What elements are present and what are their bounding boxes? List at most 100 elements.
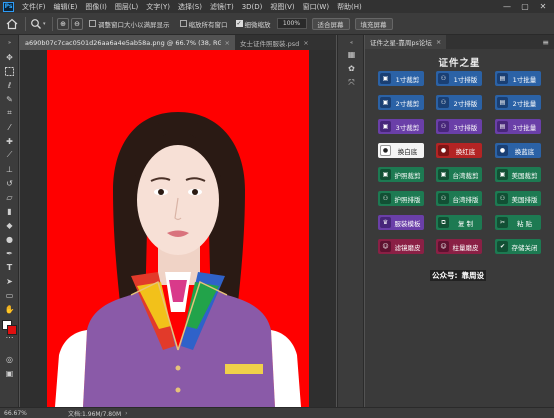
- adjustments-icon[interactable]: ✿: [345, 63, 358, 74]
- blue-background-button[interactable]: ● 换蓝底: [495, 143, 541, 158]
- menu-3d[interactable]: 3D(D): [238, 3, 267, 11]
- color-swatches[interactable]: [2, 320, 18, 336]
- red-background-button[interactable]: ● 换红底: [436, 143, 482, 158]
- history-brush-tool-icon[interactable]: ↺: [3, 177, 16, 189]
- menu-filter[interactable]: 滤镜(T): [206, 2, 238, 12]
- fit-screen-button[interactable]: 适合屏幕: [311, 17, 350, 30]
- zoom-level[interactable]: 66.67%: [4, 410, 40, 417]
- crop-2inch-button[interactable]: ▣ 2寸裁剪: [378, 95, 424, 110]
- scrubby-zoom-checkbox[interactable]: ✓ 细微缩放: [235, 19, 271, 29]
- eraser-tool-icon[interactable]: ▱: [3, 191, 16, 203]
- id-photo-plugin-panel: 证件之星-靠周ps论坛 × ≡ 证件之星 ▣ 1寸裁剪 ⚇ 1寸排版 ▤ 1寸批量 ▣…: [365, 35, 554, 407]
- minimize-icon[interactable]: —: [500, 0, 514, 13]
- type-tool-icon[interactable]: T: [3, 261, 16, 273]
- crop-tool-icon[interactable]: ⌗: [3, 107, 16, 119]
- menu-view[interactable]: 视图(V): [266, 2, 298, 12]
- layout-icon: ⚇: [497, 193, 508, 204]
- screen-mode-icon[interactable]: ▣: [3, 367, 16, 379]
- status-arrow-icon[interactable]: ›: [125, 410, 127, 417]
- taiwan-crop-button[interactable]: ▣ 台湾裁剪: [436, 167, 482, 182]
- checkbox-checked[interactable]: ✓: [235, 20, 243, 27]
- batch-2inch-button[interactable]: ▤ 2寸批量: [495, 95, 541, 110]
- lasso-tool-icon[interactable]: ℓ: [3, 79, 16, 91]
- document-tabs: a690b07c7cac0501d26aa6a4e5ab58a.png @ 66…: [20, 35, 336, 50]
- menu-type[interactable]: 文字(Y): [142, 2, 174, 12]
- maximize-icon[interactable]: ▢: [518, 0, 532, 13]
- pen-tool-icon[interactable]: ✒: [3, 247, 16, 259]
- copy-button[interactable]: ⧉ 复 制: [436, 215, 482, 230]
- marquee-tool-icon[interactable]: [3, 65, 16, 77]
- gradient-tool-icon[interactable]: ▮: [3, 205, 16, 217]
- passport-layout-button[interactable]: ⚇ 护照排版: [378, 191, 424, 206]
- zoom-tool-icon[interactable]: ▾: [30, 18, 48, 30]
- menu-bar: Ps 文件(F) 编辑(E) 图像(I) 图层(L) 文字(Y) 选择(S) 滤…: [0, 0, 554, 13]
- wechat-account-label: 公众号: 靠周设: [430, 269, 486, 282]
- eyedropper-tool-icon[interactable]: ⁄: [3, 121, 16, 133]
- menu-help[interactable]: 帮助(H): [333, 2, 366, 12]
- retouch-icon: ☺: [438, 241, 449, 252]
- blur-tool-icon[interactable]: ◆: [3, 219, 16, 231]
- collapse-icon[interactable]: «: [345, 37, 358, 48]
- crop-icon: ▣: [380, 169, 391, 180]
- panel-tab[interactable]: 证件之星-靠周ps论坛 ×: [365, 35, 447, 49]
- save-close-button[interactable]: ✔ 存储关闭: [495, 239, 541, 254]
- move-tool-icon[interactable]: ✥: [3, 51, 16, 63]
- zoom-all-checkbox[interactable]: 缩放所有窗口: [179, 19, 228, 29]
- path-select-tool-icon[interactable]: ➤: [3, 275, 16, 287]
- layout-1inch-button[interactable]: ⚇ 1寸排版: [436, 71, 482, 86]
- clothes-template-button[interactable]: ♛ 服装模板: [378, 215, 424, 230]
- layout-2inch-button[interactable]: ⚇ 2寸排版: [436, 95, 482, 110]
- quick-select-tool-icon[interactable]: ✎: [3, 93, 16, 105]
- filter-smooth-button[interactable]: ☺ 滤镜磨皮: [378, 239, 424, 254]
- batch-1inch-button[interactable]: ▤ 1寸批量: [495, 71, 541, 86]
- white-background-button[interactable]: ● 换白底: [378, 143, 424, 158]
- separator: [25, 16, 26, 31]
- healing-tool-icon[interactable]: ✚: [3, 135, 16, 147]
- menu-layer[interactable]: 图层(L): [111, 2, 142, 12]
- menu-edit[interactable]: 编辑(E): [50, 2, 82, 12]
- close-icon[interactable]: ✕: [536, 0, 550, 13]
- menu-file[interactable]: 文件(F): [18, 2, 50, 12]
- transform-icon[interactable]: ⤧: [345, 77, 358, 88]
- zoom-out-icon[interactable]: ⊖: [71, 17, 83, 30]
- panel-menu-icon[interactable]: ≡: [542, 38, 549, 47]
- home-icon[interactable]: [3, 15, 21, 33]
- retouch-smooth-button[interactable]: ☺ 柱量磨皮: [436, 239, 482, 254]
- close-tab-icon[interactable]: ×: [225, 39, 230, 47]
- layout-3inch-button[interactable]: ⚇ 3寸排版: [436, 119, 482, 134]
- crop-3inch-button[interactable]: ▣ 3寸裁剪: [378, 119, 424, 134]
- tab-document[interactable]: 女士证件照服装.psd ×: [235, 35, 336, 50]
- zoom-percent-field[interactable]: 100%: [276, 18, 307, 29]
- batch-3inch-button[interactable]: ▤ 3寸批量: [495, 119, 541, 134]
- collapse-icon[interactable]: »: [3, 37, 16, 49]
- us-crop-button[interactable]: ▣ 美国裁剪: [495, 167, 541, 182]
- tab-active-document[interactable]: a690b07c7cac0501d26aa6a4e5ab58a.png @ 66…: [20, 35, 235, 50]
- crop-1inch-button[interactable]: ▣ 1寸裁剪: [378, 71, 424, 86]
- stamp-tool-icon[interactable]: ⊥: [3, 163, 16, 175]
- name-badge: [225, 364, 263, 374]
- background-color-swatch[interactable]: [7, 325, 17, 335]
- rectangle-tool-icon[interactable]: ▭: [3, 289, 16, 301]
- plugin-panel-icon[interactable]: ▦: [345, 49, 358, 60]
- fill-screen-button[interactable]: 填充屏幕: [354, 17, 393, 30]
- paste-button[interactable]: ✂ 粘 贴: [495, 215, 541, 230]
- id-photo[interactable]: [47, 50, 309, 407]
- menu-image[interactable]: 图像(I): [81, 2, 111, 12]
- close-tab-icon[interactable]: ×: [303, 39, 308, 47]
- checkbox-box[interactable]: [89, 20, 96, 27]
- us-layout-button[interactable]: ⚇ 美国排版: [495, 191, 541, 206]
- quick-mask-icon[interactable]: ◎: [3, 353, 16, 365]
- dodge-tool-icon[interactable]: ●: [3, 233, 16, 245]
- menu-select[interactable]: 选择(S): [174, 2, 206, 12]
- menu-window[interactable]: 窗口(W): [299, 2, 333, 12]
- taiwan-layout-button[interactable]: ⚇ 台湾排版: [436, 191, 482, 206]
- brush-tool-icon[interactable]: ⟋: [3, 149, 16, 161]
- close-tab-icon[interactable]: ×: [436, 38, 441, 46]
- passport-crop-button[interactable]: ▣ 护照裁剪: [378, 167, 424, 182]
- zoom-in-icon[interactable]: ⊕: [57, 17, 69, 30]
- checkbox-box[interactable]: [179, 20, 187, 27]
- resize-window-checkbox[interactable]: 调整窗口大小以满屏显示: [89, 19, 170, 29]
- tools-panel: » ✥ ℓ ✎ ⌗ ⁄ ✚ ⟋ ⊥ ↺ ▱ ▮ ◆ ● ✒ T ➤ ▭ ✋ ⚲ …: [0, 35, 19, 407]
- canvas-area[interactable]: [20, 50, 336, 407]
- hand-tool-icon[interactable]: ✋: [3, 303, 16, 315]
